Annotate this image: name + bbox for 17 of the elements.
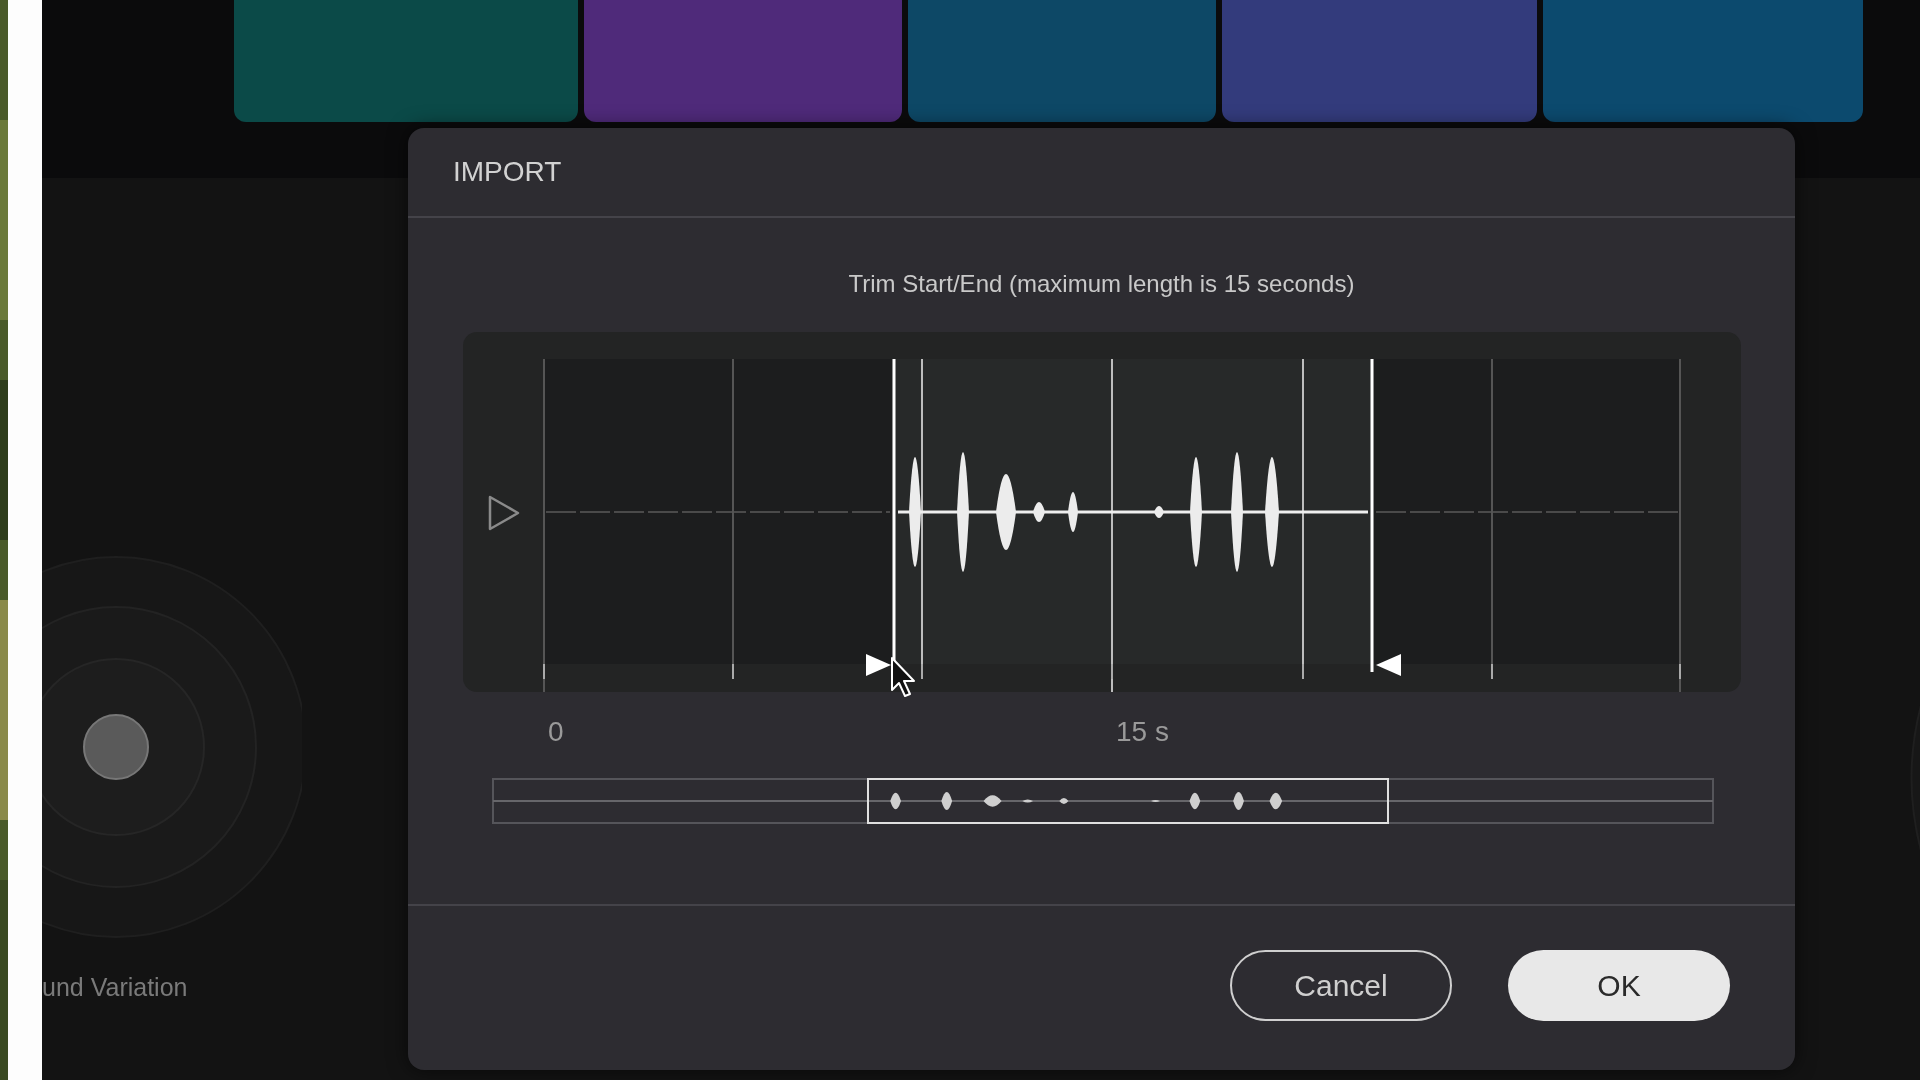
- instruction-text: Trim Start/End (maximum length is 15 seconds): [848, 270, 1355, 298]
- trim-start-handle[interactable]: [866, 359, 896, 676]
- sound-pad[interactable]: [1543, 0, 1863, 122]
- cancel-button[interactable]: Cancel: [1230, 950, 1452, 1021]
- axis-label: 0: [548, 716, 564, 747]
- play-icon[interactable]: [488, 495, 520, 531]
- knob-label: und Variation: [42, 973, 189, 1002]
- overview-drawing[interactable]: [492, 778, 1714, 824]
- cursor-icon: [891, 657, 915, 697]
- dialog-title: IMPORT: [453, 156, 562, 188]
- sound-pad[interactable]: [584, 0, 902, 122]
- sound-pad[interactable]: [1222, 0, 1537, 122]
- axis-label: 15 s: [1116, 716, 1169, 748]
- ok-button[interactable]: OK: [1508, 950, 1730, 1021]
- sound-pad[interactable]: [234, 0, 578, 122]
- trim-end-handle[interactable]: [1370, 359, 1401, 676]
- sound-pad[interactable]: [908, 0, 1216, 122]
